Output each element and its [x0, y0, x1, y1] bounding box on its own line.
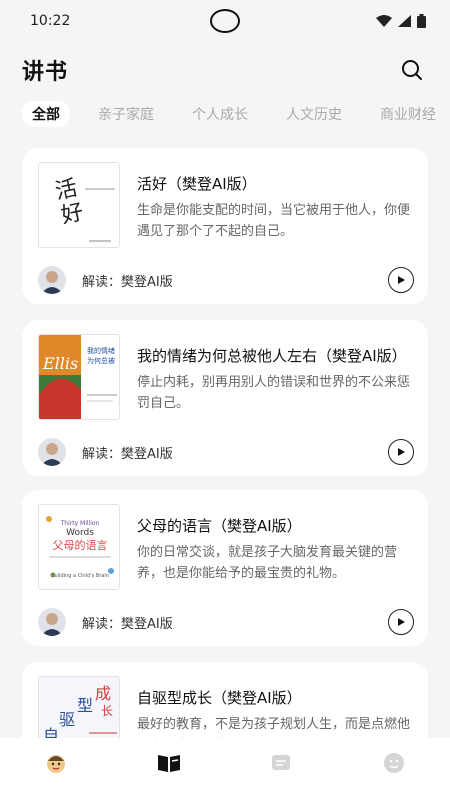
svg-text:Building a Child's Brain: Building a Child's Brain: [51, 573, 109, 579]
card-footer: 解读：樊登AI版: [38, 438, 414, 466]
book-cover: 活 好: [38, 162, 120, 248]
card-footer: 解读：樊登AI版: [38, 266, 414, 294]
play-icon: [398, 448, 405, 456]
book-icon: [157, 755, 180, 772]
svg-text:我的情绪: 我的情绪: [87, 346, 115, 355]
book-card[interactable]: Thirty Million Words 父母的语言 Building a Ch…: [22, 490, 428, 646]
play-icon: [398, 618, 405, 626]
nav-messages[interactable]: [261, 743, 301, 783]
book-title: 活好（樊登AI版）: [137, 175, 257, 193]
svg-text:Thirty Million: Thirty Million: [60, 520, 100, 527]
svg-text:Ellis: Ellis: [42, 354, 78, 373]
avatar: [38, 266, 66, 294]
play-button[interactable]: [388, 609, 414, 635]
play-icon: [398, 276, 405, 284]
avatar: [38, 438, 66, 466]
book-description: 你的日常交谈，就是孩子大脑发育最关键的营养，也是你能给予的最宝贵的礼物。: [137, 545, 398, 581]
header: 讲书: [0, 50, 450, 90]
svg-text:型: 型: [77, 696, 93, 715]
svg-text:为何总被: 为何总被: [87, 356, 115, 365]
book-title: 自驱型成长（樊登AI版）: [137, 689, 302, 707]
status-time: 10:22: [30, 13, 71, 29]
tab-family[interactable]: 亲子家庭: [88, 101, 164, 127]
page-title: 讲书: [22, 60, 69, 85]
nav-books[interactable]: [149, 743, 189, 783]
tab-business[interactable]: 商业财经: [370, 101, 446, 127]
tab-all[interactable]: 全部: [22, 101, 70, 127]
play-button[interactable]: [388, 439, 414, 465]
search-icon[interactable]: [400, 58, 424, 82]
mascot-icon: [47, 755, 66, 773]
book-card[interactable]: 活 好 活好（樊登AI版） 生命是你能支配的时间，当它被用于他人，你便遇见了那个…: [22, 148, 428, 304]
tab-history[interactable]: 人文历史: [276, 101, 352, 127]
reader-label: 解读：樊登AI版: [82, 446, 173, 462]
card-footer: 解读：樊登AI版: [38, 608, 414, 636]
play-button[interactable]: [388, 267, 414, 293]
nav-profile[interactable]: [374, 743, 414, 783]
reader-label: 解读：樊登AI版: [82, 274, 173, 290]
svg-text:成: 成: [95, 684, 111, 703]
avatar: [38, 608, 66, 636]
book-cover: Thirty Million Words 父母的语言 Building a Ch…: [38, 504, 120, 590]
svg-text:驱: 驱: [59, 710, 75, 729]
face-icon: [383, 753, 404, 773]
tab-growth[interactable]: 个人成长: [182, 101, 258, 127]
book-card[interactable]: Ellis 我的情绪 为何总被 我的情绪为何总被他人左右（樊登AI版） 停止内耗…: [22, 320, 428, 476]
wifi-icon: [376, 15, 392, 27]
signal-icon: [398, 15, 411, 27]
book-cover: Ellis 我的情绪 为何总被: [38, 334, 120, 420]
svg-text:Words: Words: [66, 528, 94, 538]
battery-icon: [417, 14, 426, 28]
svg-text:父母的语言: 父母的语言: [53, 538, 108, 552]
book-description: 停止内耗，别再用别人的错误和世界的不公来惩罚自己。: [137, 375, 411, 411]
status-icons: [376, 14, 426, 28]
nav-home[interactable]: [36, 743, 76, 783]
camera-cutout: [210, 9, 240, 33]
reader-label: 解读：樊登AI版: [82, 616, 173, 632]
category-tabs: 全部 亲子家庭 个人成长 人文历史 商业财经: [22, 100, 450, 128]
message-icon: [272, 755, 291, 770]
bottom-nav: [0, 738, 450, 800]
book-title: 我的情绪为何总被他人左右（樊登AI版）: [137, 347, 407, 365]
book-title: 父母的语言（樊登AI版）: [137, 517, 302, 535]
svg-text:好: 好: [59, 200, 86, 229]
svg-text:长: 长: [101, 704, 113, 718]
book-description: 生命是你能支配的时间，当它被用于他人，你便遇见了那个了不起的自己。: [137, 203, 411, 239]
